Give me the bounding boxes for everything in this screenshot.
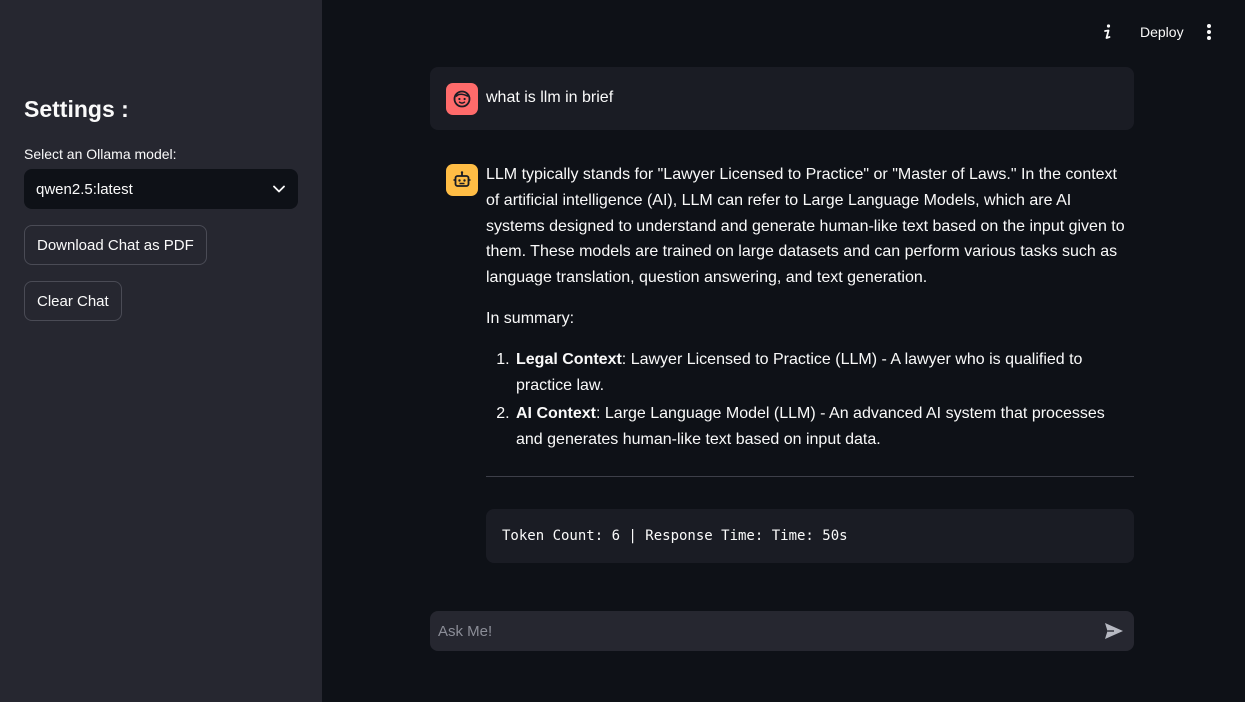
assistant-paragraph: LLM typically stands for "Lawyer License…	[486, 166, 1125, 287]
model-select-label: Select an Ollama model:	[24, 146, 177, 162]
assistant-paragraph: In summary:	[486, 309, 575, 327]
user-message: what is llm in brief	[430, 67, 1134, 130]
info-icon[interactable]	[1098, 22, 1116, 42]
sidebar-title: Settings :	[24, 96, 129, 122]
chevron-down-icon	[272, 182, 286, 196]
assistant-message: LLM typically stands for "Lawyer License…	[430, 150, 1134, 570]
download-pdf-button[interactable]: Download Chat as PDF	[24, 225, 207, 265]
list-item: AI Context: Large Language Model (LLM) -…	[514, 401, 1134, 453]
model-select-value: qwen2.5:latest	[36, 180, 133, 198]
assistant-message-content: LLM typically stands for "Lawyer License…	[486, 162, 1134, 456]
send-icon[interactable]	[1094, 611, 1134, 651]
sidebar: Settings : Select an Ollama model: qwen2…	[0, 0, 322, 702]
clear-chat-button[interactable]: Clear Chat	[24, 281, 122, 321]
list-item-text: : Large Language Model (LLM) - An advanc…	[516, 405, 1105, 449]
list-item-title: Legal Context	[516, 350, 622, 368]
response-stats: Token Count: 6 | Response Time: Time: 50…	[486, 509, 1134, 563]
list-item-title: AI Context	[516, 405, 596, 423]
divider	[486, 476, 1134, 477]
deploy-button[interactable]: Deploy	[1140, 24, 1184, 40]
kebab-menu-icon[interactable]	[1200, 22, 1218, 42]
model-select[interactable]: qwen2.5:latest	[24, 169, 298, 209]
chat-input[interactable]	[430, 622, 1094, 640]
list-item: Legal Context: Lawyer Licensed to Practi…	[514, 347, 1134, 399]
app-root: Settings : Select an Ollama model: qwen2…	[0, 0, 1245, 702]
chat-input-container	[430, 611, 1134, 651]
user-message-text: what is llm in brief	[486, 89, 614, 106]
face-icon	[446, 83, 478, 115]
robot-icon	[446, 164, 478, 196]
assistant-list: Legal Context: Lawyer Licensed to Practi…	[486, 347, 1134, 453]
